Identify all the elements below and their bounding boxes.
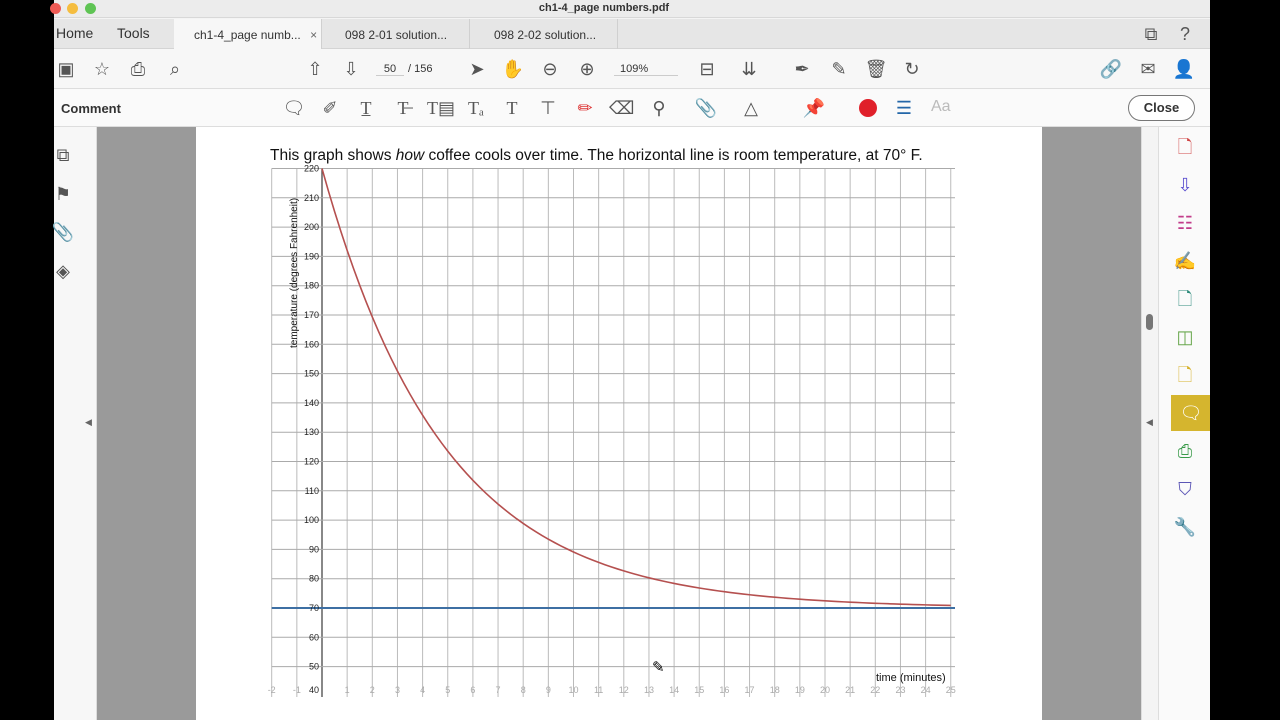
tab-bar: Home Tools ch1-4_page numb... × 098 2-01…: [54, 19, 1210, 49]
tab-098-2-02[interactable]: 098 2-02 solution...: [470, 19, 618, 49]
close-comment-button[interactable]: Close: [1128, 95, 1195, 121]
underline-text-icon[interactable]: T̲: [354, 96, 378, 120]
caption-emphasis: how: [395, 147, 425, 164]
background-window: [1210, 0, 1280, 720]
fit-page-icon[interactable]: ⊟: [695, 57, 719, 81]
tab-label: ch1-4_page numb...: [194, 28, 301, 42]
export-pdf-icon[interactable]: ⇩: [1171, 171, 1199, 199]
more-tools-icon[interactable]: 🔧: [1171, 513, 1199, 541]
caption-text: This graph shows: [270, 147, 396, 164]
replace-text-icon[interactable]: T▤: [427, 96, 455, 120]
stamp-icon[interactable]: ⚲: [647, 96, 671, 120]
sticky-note-icon[interactable]: 🗨: [282, 96, 306, 120]
compress-pdf-icon[interactable]: ◫: [1171, 323, 1199, 351]
vertical-scrollbar[interactable]: ◀: [1141, 127, 1158, 720]
share-feedback-icon[interactable]: ⧉: [1139, 22, 1163, 46]
insert-text-icon[interactable]: Tₐ: [464, 96, 488, 120]
layers-icon[interactable]: ◈: [51, 259, 75, 283]
collapse-left-pane-icon[interactable]: ◀: [85, 417, 92, 428]
print-icon[interactable]: ⎙: [126, 57, 150, 81]
collapse-right-pane-icon[interactable]: ◀: [1146, 417, 1153, 428]
nav-home[interactable]: Home: [56, 25, 93, 41]
rotate-icon[interactable]: ↻: [900, 57, 924, 81]
attachments-icon[interactable]: 📎: [51, 220, 75, 244]
main-toolbar: ▣ ☆ ⎙ ⌕ ⇧ ⇩ 50 / 156 ➤ ✋ ⊖ ⊕ 109% ⊟ ⇊ ✒ …: [54, 49, 1210, 89]
zoom-in-icon[interactable]: ⊕: [575, 57, 599, 81]
protect-shield-icon[interactable]: ⛉: [1171, 475, 1199, 503]
font-size-icon[interactable]: Aa: [931, 98, 951, 116]
title-bar: ch1-4_page numbers.pdf: [50, 0, 1210, 18]
tab-ch1-4[interactable]: ch1-4_page numb... ×: [174, 19, 322, 49]
page-number-input[interactable]: 50: [376, 63, 404, 76]
comment-tool-active[interactable]: 🗨: [1171, 395, 1211, 431]
tools-pane: 🗋 ⇩ ☷ ✍ 🗋 ◫ 🗋 🗨 ⎙ ⛉ 🔧: [1158, 127, 1211, 720]
scan-ocr-icon[interactable]: ⎙: [1171, 437, 1199, 465]
combine-files-icon[interactable]: 🗋: [1171, 285, 1199, 313]
comment-icon: 🗨: [1179, 403, 1203, 423]
save-icon[interactable]: ▣: [54, 57, 78, 81]
zoom-out-icon[interactable]: ⊖: [538, 57, 562, 81]
graph-caption: This graph shows how coffee cools over t…: [270, 147, 923, 165]
line-weight-icon[interactable]: ☰: [892, 96, 916, 120]
comment-toolbar: Comment 🗨 ✐ T̲ T̶ T▤ Tₐ T ⊤ ✏ ⌫ ⚲ 📎 △ 📌 …: [54, 89, 1210, 127]
caption-text: coffee cools over time. The horizontal l…: [424, 147, 923, 164]
tab-label: 098 2-01 solution...: [345, 28, 448, 42]
nav-tools[interactable]: Tools: [117, 25, 150, 41]
highlight-icon[interactable]: ✐: [318, 96, 342, 120]
window-title: ch1-4_page numbers.pdf: [538, 2, 670, 14]
create-pdf-icon[interactable]: 🗋: [1171, 133, 1199, 161]
edit-pdf-icon[interactable]: ✎: [827, 57, 851, 81]
tab-close-icon[interactable]: ×: [310, 28, 317, 42]
bookmarks-icon[interactable]: ⚑: [51, 182, 75, 206]
pin-icon[interactable]: 📌: [802, 96, 826, 120]
share-link-icon[interactable]: 🔗: [1099, 57, 1123, 81]
scrollbar-thumb[interactable]: [1146, 314, 1153, 330]
send-for-comments-icon[interactable]: 🗋: [1171, 361, 1199, 389]
hand-tool-icon[interactable]: ✋: [501, 57, 525, 81]
color-picker-icon[interactable]: [859, 99, 877, 117]
attach-icon[interactable]: 📎: [694, 96, 718, 120]
page-thumbnails-icon[interactable]: ⧉: [51, 143, 75, 167]
draw-pencil-icon[interactable]: ✏: [573, 96, 597, 120]
email-icon[interactable]: ✉: [1136, 57, 1160, 81]
text-box-icon[interactable]: ⊤: [536, 96, 560, 120]
select-cursor-icon[interactable]: ➤: [465, 57, 489, 81]
eraser-icon[interactable]: ⌫: [609, 96, 634, 120]
comment-label: Comment: [61, 101, 121, 116]
add-user-icon[interactable]: 👤: [1172, 57, 1196, 81]
previous-page-icon[interactable]: ⇧: [303, 57, 327, 81]
tab-098-2-01[interactable]: 098 2-01 solution...: [322, 19, 470, 49]
zoom-level-select[interactable]: 109%: [614, 63, 678, 76]
fill-sign-icon[interactable]: ✍: [1171, 247, 1199, 275]
pdf-page: [196, 127, 1042, 720]
page-total: / 156: [408, 63, 433, 75]
acrobat-window: ch1-4_page numbers.pdf Home Tools ch1-4_…: [50, 0, 1211, 720]
add-text-icon[interactable]: T: [500, 96, 524, 120]
strikethrough-icon[interactable]: T̶: [391, 96, 415, 120]
tab-label: 098 2-02 solution...: [494, 28, 597, 42]
delete-icon[interactable]: 🗑: [864, 57, 888, 81]
next-page-icon[interactable]: ⇩: [339, 57, 363, 81]
organize-pages-icon[interactable]: ☷: [1171, 209, 1199, 237]
shapes-icon[interactable]: △: [739, 96, 763, 120]
bookmark-star-icon[interactable]: ☆: [90, 57, 114, 81]
sign-icon[interactable]: ✒: [790, 57, 814, 81]
search-icon[interactable]: ⌕: [163, 57, 187, 81]
scroll-mode-icon[interactable]: ⇊: [737, 57, 761, 81]
help-icon[interactable]: ?: [1173, 22, 1197, 46]
